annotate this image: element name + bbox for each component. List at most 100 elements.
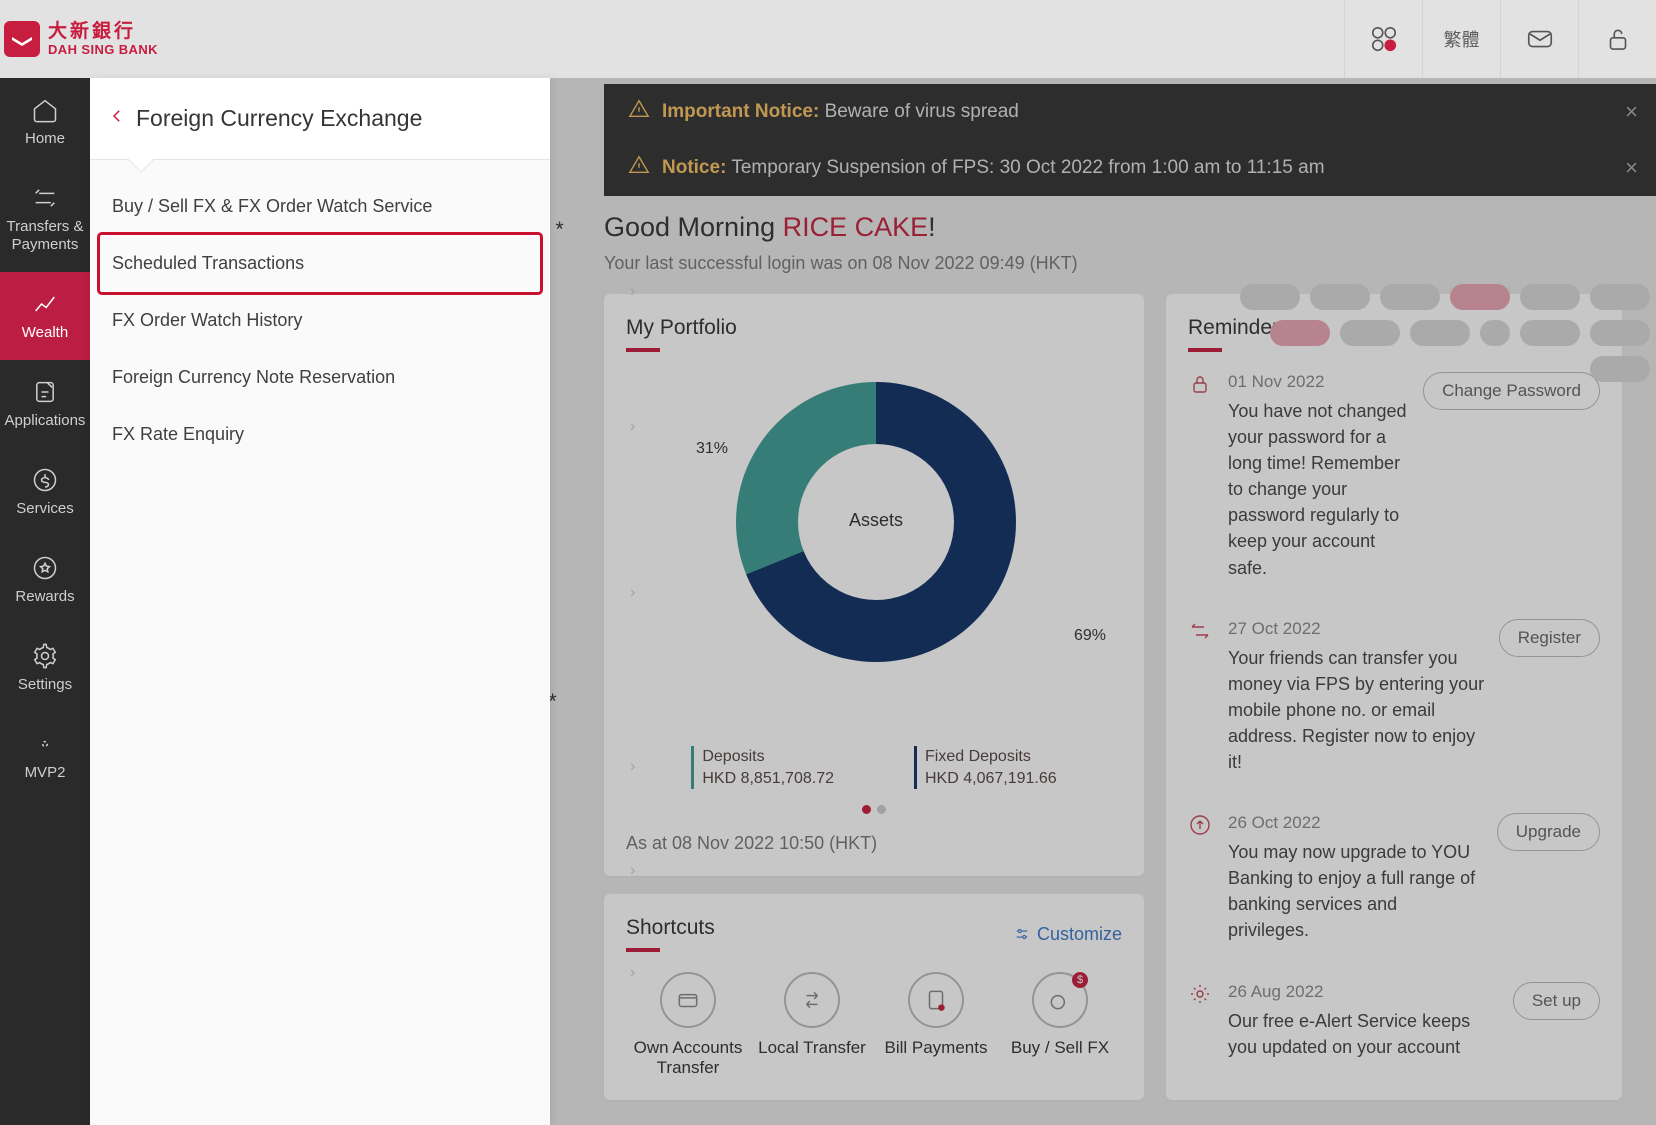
top-bar: 大新銀行 DAH SING BANK 繁體 <box>0 0 1656 78</box>
shortcut-bill-payments[interactable]: Bill Payments <box>876 972 996 1078</box>
register-button[interactable]: Register <box>1499 619 1600 657</box>
skeleton-loader <box>1230 284 1650 382</box>
lock-icon <box>1188 372 1214 581</box>
wealth-submenu: Foreign Currency Exchange Buy / Sell FX … <box>90 78 550 1125</box>
apps-icon[interactable] <box>1344 0 1422 78</box>
chevron-left-icon <box>108 102 126 130</box>
setup-button[interactable]: Set up <box>1513 982 1600 1020</box>
notice-body: Beware of virus spread <box>825 101 1019 122</box>
chart-percent-a: 31% <box>696 440 728 458</box>
logo-icon <box>4 21 40 57</box>
sidebar-item-applications[interactable]: Applications <box>0 360 90 448</box>
swap-icon <box>799 987 825 1013</box>
fx-icon <box>1047 987 1073 1013</box>
submenu-title: Foreign Currency Exchange <box>136 105 422 132</box>
legend-deposits: Deposits HKD 8,851,708.72 <box>691 746 834 789</box>
shortcut-label: Local Transfer <box>758 1038 866 1058</box>
mvp2-icon <box>31 730 59 758</box>
sidebar-item-label: Applications <box>5 412 86 430</box>
lock-icon[interactable] <box>1578 0 1656 78</box>
chevron-right-icon[interactable]: › <box>630 283 635 301</box>
submenu-fx-rate-enquiry[interactable]: FX Rate Enquiry <box>100 406 540 463</box>
sidebar-item-home[interactable]: Home <box>0 78 90 166</box>
home-icon <box>31 96 59 124</box>
chart-center-label: Assets <box>736 510 1016 531</box>
sidebar-item-label: Services <box>16 500 74 518</box>
rewards-icon <box>31 554 59 582</box>
reminder-text: Our free e-Alert Service keeps you updat… <box>1228 1008 1499 1060</box>
bank-logo[interactable]: 大新銀行 DAH SING BANK <box>0 21 158 57</box>
bill-icon <box>923 987 949 1013</box>
chart-percent-b: 69% <box>1074 627 1106 645</box>
sidebar-item-label: Rewards <box>15 588 74 606</box>
settings-icon <box>31 642 59 670</box>
mail-icon[interactable] <box>1500 0 1578 78</box>
shortcut-buy-sell-fx[interactable]: $Buy / Sell FX <box>1000 972 1120 1078</box>
legend-label: Fixed Deposits <box>925 748 1031 765</box>
fps-icon <box>1188 619 1214 775</box>
last-login-text: Your last successful login was on 08 Nov… <box>604 253 1656 274</box>
greeting-prefix: Good Morning <box>604 212 783 242</box>
sidebar-item-transfers[interactable]: Transfers & Payments <box>0 166 90 272</box>
legend-label: Deposits <box>702 748 764 765</box>
chevron-right-icon[interactable]: › <box>630 584 635 602</box>
greeting: Good Morning RICE CAKE! Your last succes… <box>604 212 1656 274</box>
services-icon <box>31 466 59 494</box>
wallet-icon <box>675 987 701 1013</box>
reminder-text: You may now upgrade to YOU Banking to en… <box>1228 839 1483 943</box>
reminder-date: 26 Aug 2022 <box>1228 982 1499 1002</box>
greeting-suffix: ! <box>928 212 936 242</box>
notice-title: Notice: <box>662 157 726 178</box>
chevron-right-icon[interactable]: › <box>630 418 635 436</box>
chevron-right-icon[interactable]: › <box>630 964 635 982</box>
submenu-scheduled-transactions[interactable]: Scheduled Transactions <box>100 235 540 292</box>
transfers-icon <box>31 184 59 212</box>
legend-value: HKD 4,067,191.66 <box>925 768 1057 790</box>
language-toggle[interactable]: 繁體 <box>1422 0 1500 78</box>
chevron-right-icon[interactable]: › <box>630 758 635 776</box>
reminder-date: 27 Oct 2022 <box>1228 619 1485 639</box>
shortcuts-card: Shortcuts Customize Own Accounts Transfe… <box>604 894 1144 1100</box>
portfolio-donut-chart: 31% Assets 69% <box>626 352 1122 742</box>
customize-button[interactable]: Customize <box>1013 924 1122 945</box>
warning-icon <box>628 154 650 182</box>
sliders-icon <box>1013 925 1031 943</box>
upgrade-button[interactable]: Upgrade <box>1497 813 1600 851</box>
sidebar-item-wealth[interactable]: Wealth <box>0 272 90 360</box>
sidebar-item-services[interactable]: Services <box>0 448 90 536</box>
shortcut-label: Own Accounts Transfer <box>628 1038 748 1078</box>
back-button[interactable] <box>108 102 126 135</box>
customize-label: Customize <box>1037 924 1122 945</box>
portfolio-title: My Portfolio <box>626 316 1122 352</box>
submenu-foreign-currency-note-reservation[interactable]: Foreign Currency Note Reservation <box>100 349 540 406</box>
pager-dots[interactable] <box>626 801 1122 819</box>
close-icon[interactable]: × <box>1625 99 1638 125</box>
notice-fps: Notice: Temporary Suspension of FPS: 30 … <box>604 140 1656 196</box>
warning-icon <box>628 98 650 126</box>
sidebar-item-mvp2[interactable]: MVP2 <box>0 712 90 800</box>
sidebar-item-label: Home <box>25 130 65 148</box>
close-icon[interactable]: × <box>1625 155 1638 181</box>
chevron-right-icon[interactable]: › <box>630 862 635 880</box>
sidebar-item-settings[interactable]: Settings <box>0 624 90 712</box>
logo-text-cn: 大新銀行 <box>48 22 158 41</box>
notice-title: Important Notice: <box>662 101 819 122</box>
submenu-fx-order-watch-history[interactable]: FX Order Watch History <box>100 292 540 349</box>
sidebar-item-rewards[interactable]: Rewards <box>0 536 90 624</box>
sidebar-item-label: Wealth <box>22 324 68 342</box>
reminder-item: 27 Oct 2022Your friends can transfer you… <box>1188 599 1600 793</box>
shortcut-label: Bill Payments <box>885 1038 988 1058</box>
portfolio-card: My Portfolio 31% Assets 69% Deposits HKD… <box>604 294 1144 876</box>
reminder-item: 26 Aug 2022 Our free e-Alert Service keep… <box>1188 962 1600 1078</box>
reminder-item: 26 Oct 2022You may now upgrade to YOU Ba… <box>1188 793 1600 961</box>
sidebar-item-label: MVP2 <box>25 764 66 782</box>
notice-body: Temporary Suspension of FPS: 30 Oct 2022… <box>731 157 1324 178</box>
reminders-card: Reminders 01 Nov 2022You have not change… <box>1166 294 1622 1100</box>
greeting-name: RICE CAKE <box>783 212 929 242</box>
portfolio-asof: As at 08 Nov 2022 10:50 (HKT) <box>626 833 1122 854</box>
submenu-buy-sell-fx[interactable]: Buy / Sell FX & FX Order Watch Service <box>100 178 540 235</box>
shortcut-local-transfer[interactable]: Local Transfer <box>752 972 872 1078</box>
shortcut-own-accounts[interactable]: Own Accounts Transfer <box>628 972 748 1078</box>
applications-icon <box>31 378 59 406</box>
sidebar-item-label: Settings <box>18 676 72 694</box>
